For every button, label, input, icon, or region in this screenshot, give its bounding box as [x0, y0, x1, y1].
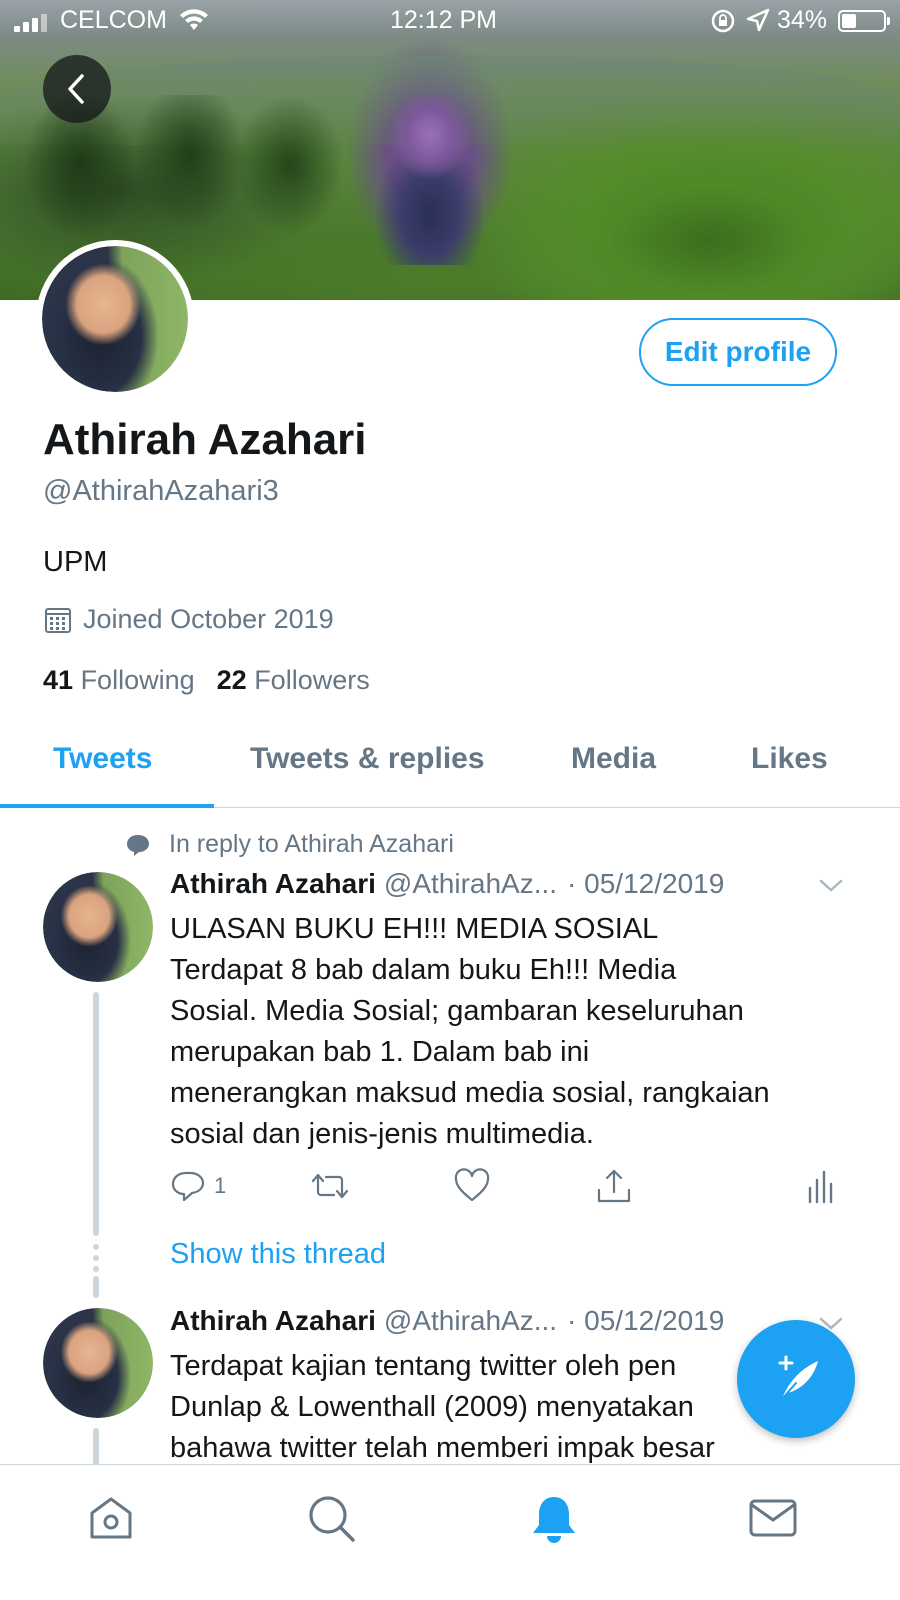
share-icon: [597, 1169, 631, 1203]
tab-media[interactable]: Media: [571, 742, 656, 776]
reply-context-text: In reply to Athirah Azahari: [169, 830, 454, 858]
tweet-author[interactable]: Athirah Azahari: [170, 1305, 376, 1336]
chevron-down-icon[interactable]: [818, 876, 844, 896]
following-link[interactable]: 41 Following: [43, 665, 195, 695]
active-tab-indicator: [0, 804, 214, 808]
bottom-navigation: [0, 1464, 900, 1600]
chevron-left-icon: [68, 74, 84, 104]
status-time: 12:12 PM: [390, 6, 498, 34]
tweet-date: · 05/12/2019: [567, 868, 725, 899]
home-icon: [90, 1497, 132, 1539]
share-button[interactable]: [595, 1168, 633, 1206]
tweet-text: ULASAN BUKU EH!!! MEDIA SOSIAL Terdapat …: [170, 913, 770, 1150]
analytics-button[interactable]: [806, 1168, 834, 1206]
tweet-avatar[interactable]: [43, 1308, 153, 1418]
compose-tweet-icon: [778, 1355, 818, 1400]
retweet-icon: [311, 1173, 349, 1199]
compose-tweet-button[interactable]: [737, 1320, 855, 1438]
mail-icon: [749, 1499, 797, 1537]
joined-text: Joined October 2019: [83, 604, 334, 634]
followers-count: 22: [216, 665, 247, 695]
search-icon: [309, 1496, 355, 1542]
following-count: 41: [43, 665, 74, 695]
signal-icon: [14, 14, 54, 32]
edit-profile-button[interactable]: Edit profile: [639, 318, 837, 386]
tab-tweets[interactable]: Tweets: [53, 742, 152, 776]
reply-count: 1: [214, 1173, 227, 1198]
nav-search[interactable]: [306, 1493, 358, 1550]
status-bar: CELCOM 12:12 PM 34%: [0, 0, 900, 44]
followers-label: Followers: [254, 665, 370, 695]
following-label: Following: [80, 665, 195, 695]
show-thread-link[interactable]: Show this thread: [170, 1238, 386, 1271]
nav-home[interactable]: [86, 1493, 136, 1548]
wifi-icon: [180, 9, 208, 30]
like-button[interactable]: [453, 1168, 491, 1204]
tab-likes[interactable]: Likes: [751, 742, 828, 776]
reply-context: In reply to Athirah Azahari: [125, 830, 454, 859]
tweet-date: · 05/12/2019: [567, 1305, 725, 1336]
heart-icon: [454, 1168, 490, 1202]
carrier-name: CELCOM: [60, 6, 167, 34]
location-icon: [746, 8, 770, 32]
tweet-header: Athirah Azahari @AthirahAz... · 05/12/2019: [170, 1305, 724, 1337]
tweet-handle: @AthirahAz...: [383, 1305, 558, 1336]
analytics-icon: [808, 1170, 833, 1204]
nav-notifications[interactable]: [528, 1493, 580, 1550]
reply-button[interactable]: 1: [170, 1168, 226, 1204]
calendar-icon: [45, 607, 71, 633]
tweet-header: Athirah Azahari @AthirahAz... · 05/12/2019: [170, 868, 724, 900]
nav-messages[interactable]: [748, 1493, 798, 1548]
orientation-lock-icon: [711, 9, 735, 33]
thread-line: [93, 992, 99, 1236]
back-button[interactable]: [43, 55, 111, 123]
reply-icon: [171, 1171, 205, 1202]
joined-date: Joined October 2019: [43, 604, 334, 635]
profile-avatar[interactable]: [36, 240, 194, 398]
speech-bubble-icon: [127, 834, 149, 856]
tweet-avatar[interactable]: [43, 872, 153, 982]
thread-line: [93, 1428, 99, 1464]
retweet-button[interactable]: [310, 1168, 350, 1204]
follow-stats: 41 Following 22 Followers: [43, 665, 370, 696]
profile-tabs: Tweets Tweets & replies Media Likes: [0, 730, 900, 808]
bell-icon: [533, 1497, 575, 1543]
profile-handle: @AthirahAzahari3: [43, 475, 279, 507]
thread-dots: [93, 1244, 99, 1277]
profile-name: Athirah Azahari: [43, 415, 367, 464]
tweet-author[interactable]: Athirah Azahari: [170, 868, 376, 899]
tweet-actions: 1: [170, 1168, 860, 1212]
profile-bio: UPM: [43, 546, 108, 578]
followers-link[interactable]: 22 Followers: [217, 665, 370, 695]
tweet-handle: @AthirahAz...: [383, 868, 558, 899]
battery-percent: 34%: [777, 6, 828, 34]
battery-icon: [838, 10, 890, 32]
tab-tweets-replies[interactable]: Tweets & replies: [250, 742, 485, 776]
